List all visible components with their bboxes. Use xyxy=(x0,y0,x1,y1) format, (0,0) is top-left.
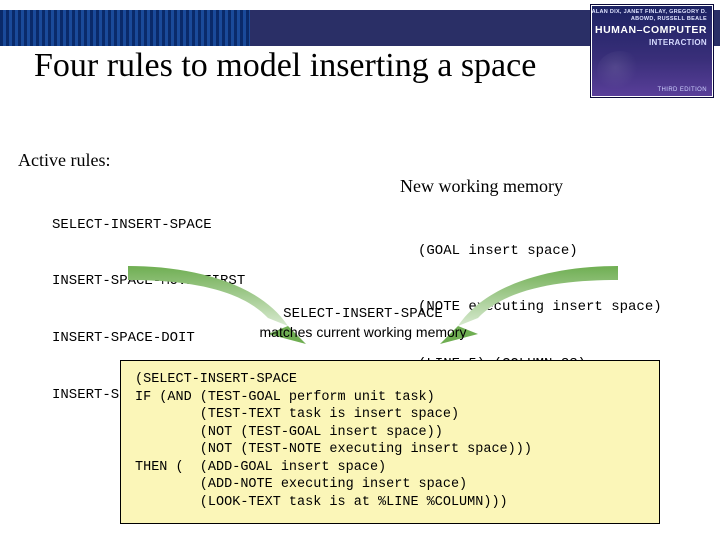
header-texture xyxy=(0,10,250,46)
book-cover: ALAN DIX, JANET FINLAY, GREGORY D. ABOWD… xyxy=(590,4,714,98)
book-subtitle: INTERACTION xyxy=(591,36,713,47)
rule-item: SELECT-INSERT-SPACE xyxy=(52,216,245,235)
book-authors: ALAN DIX, JANET FINLAY, GREGORY D. ABOWD… xyxy=(591,5,713,22)
caption-text: matches current working memory xyxy=(260,324,467,340)
caption-rule-name: SELECT-INSERT-SPACE xyxy=(283,306,443,322)
caption: SELECT-INSERT-SPACE matches current work… xyxy=(248,304,478,341)
active-rules-heading: Active rules: xyxy=(18,150,110,171)
book-edition: THIRD EDITION xyxy=(657,87,707,93)
new-working-memory-heading: New working memory xyxy=(400,176,563,197)
rule-definition-box: (SELECT-INSERT-SPACE IF (AND (TEST-GOAL … xyxy=(120,360,660,524)
slide-title: Four rules to model inserting a space xyxy=(34,46,594,85)
book-graphic xyxy=(597,51,643,91)
book-title: HUMAN–COMPUTER xyxy=(591,22,713,36)
